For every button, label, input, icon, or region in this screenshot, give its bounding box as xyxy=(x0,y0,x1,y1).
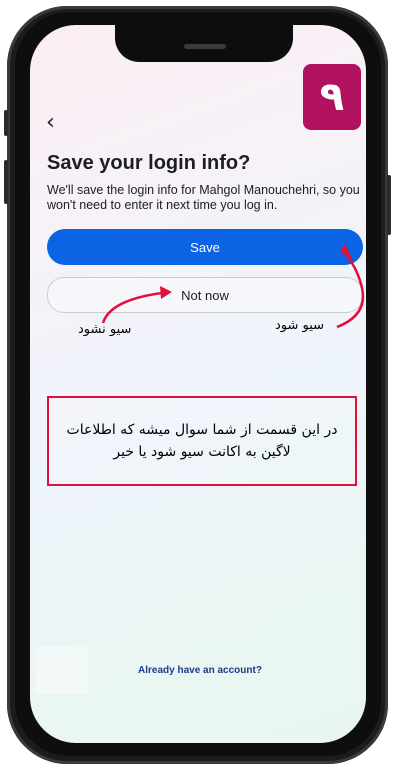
arrow-to-not-now-head xyxy=(160,286,172,299)
explanation-callout: در این قسمت از شما سوال میشه که اطلاعات … xyxy=(47,396,357,486)
arrow-to-save xyxy=(336,253,365,329)
not-save-annotation-label: سیو نشود xyxy=(78,322,132,337)
already-have-account-link[interactable]: Already have an account? xyxy=(138,665,262,676)
arrow-to-not-now xyxy=(101,291,163,324)
save-annotation-label: سیو شود xyxy=(275,318,325,333)
callout-line-2: لاگین به اکانت سیو شود یا خیر xyxy=(113,444,291,460)
blurred-area xyxy=(36,646,88,694)
callout-line-1: در این قسمت از شما سوال میشه که اطلاعات xyxy=(66,422,338,438)
